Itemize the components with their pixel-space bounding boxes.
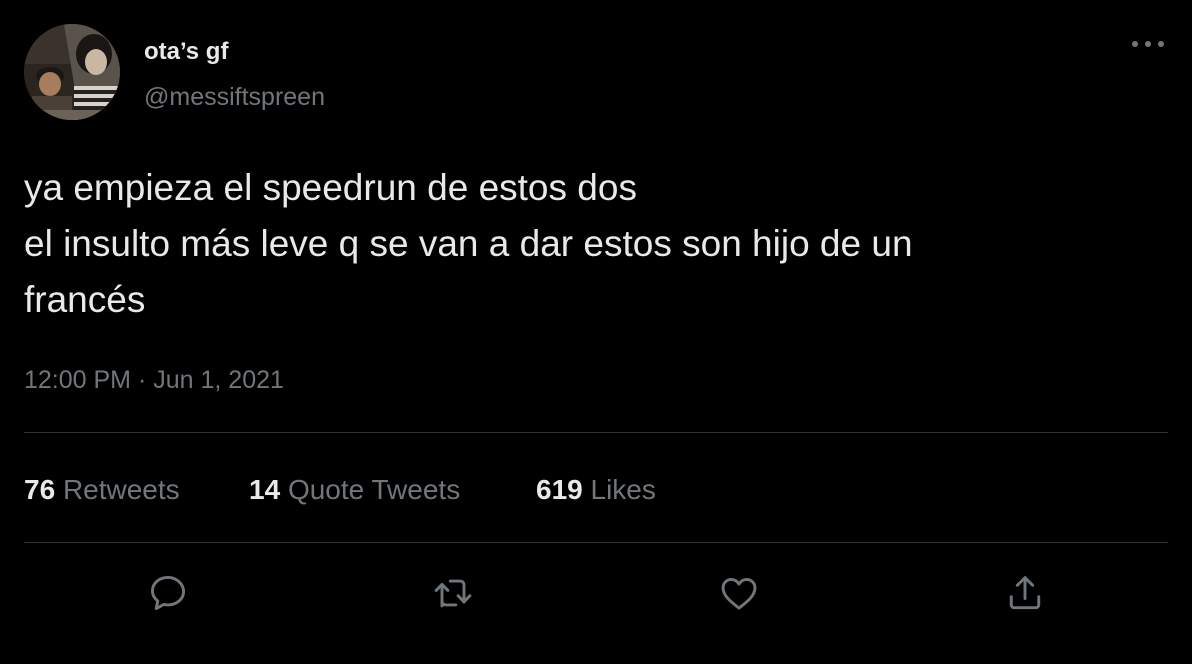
display-name[interactable]: ota’s gf: [144, 38, 228, 66]
reply-icon: [150, 575, 186, 611]
timestamp: 12:00 PM · Jun 1, 2021: [24, 366, 284, 395]
retweet-button[interactable]: [431, 571, 475, 615]
retweets-count: 76: [24, 474, 56, 505]
likes-stat[interactable]: 619 Likes: [536, 474, 656, 506]
avatar-photo: [24, 24, 120, 120]
retweet-icon: [434, 579, 472, 608]
like-button[interactable]: [717, 571, 761, 615]
tweet-date[interactable]: Jun 1, 2021: [153, 366, 284, 394]
likes-count: 619: [536, 474, 583, 505]
likes-label: Likes: [590, 474, 656, 505]
divider: [24, 432, 1168, 433]
retweets-label: Retweets: [62, 474, 180, 505]
tweet-time[interactable]: 12:00 PM: [24, 366, 131, 394]
share-icon: [1009, 576, 1041, 610]
timestamp-separator: ·: [137, 366, 147, 394]
tweet-detail: ota’s gf @messiftspreen ya empieza el sp…: [0, 0, 1192, 664]
quote-tweets-label: Quote Tweets: [287, 474, 461, 505]
tweet-text: ya empieza el speedrun de estos dos el i…: [24, 167, 913, 320]
quote-tweets-stat[interactable]: 14 Quote Tweets: [249, 474, 460, 506]
avatar[interactable]: [24, 24, 120, 120]
quote-tweets-count: 14: [249, 474, 281, 505]
divider: [24, 542, 1168, 543]
heart-icon: [721, 577, 757, 610]
share-button[interactable]: [1003, 571, 1047, 615]
more-options-icon[interactable]: [1126, 30, 1170, 58]
username-handle[interactable]: @messiftspreen: [144, 83, 325, 112]
reply-button[interactable]: [146, 571, 190, 615]
retweets-stat[interactable]: 76 Retweets: [24, 474, 180, 506]
